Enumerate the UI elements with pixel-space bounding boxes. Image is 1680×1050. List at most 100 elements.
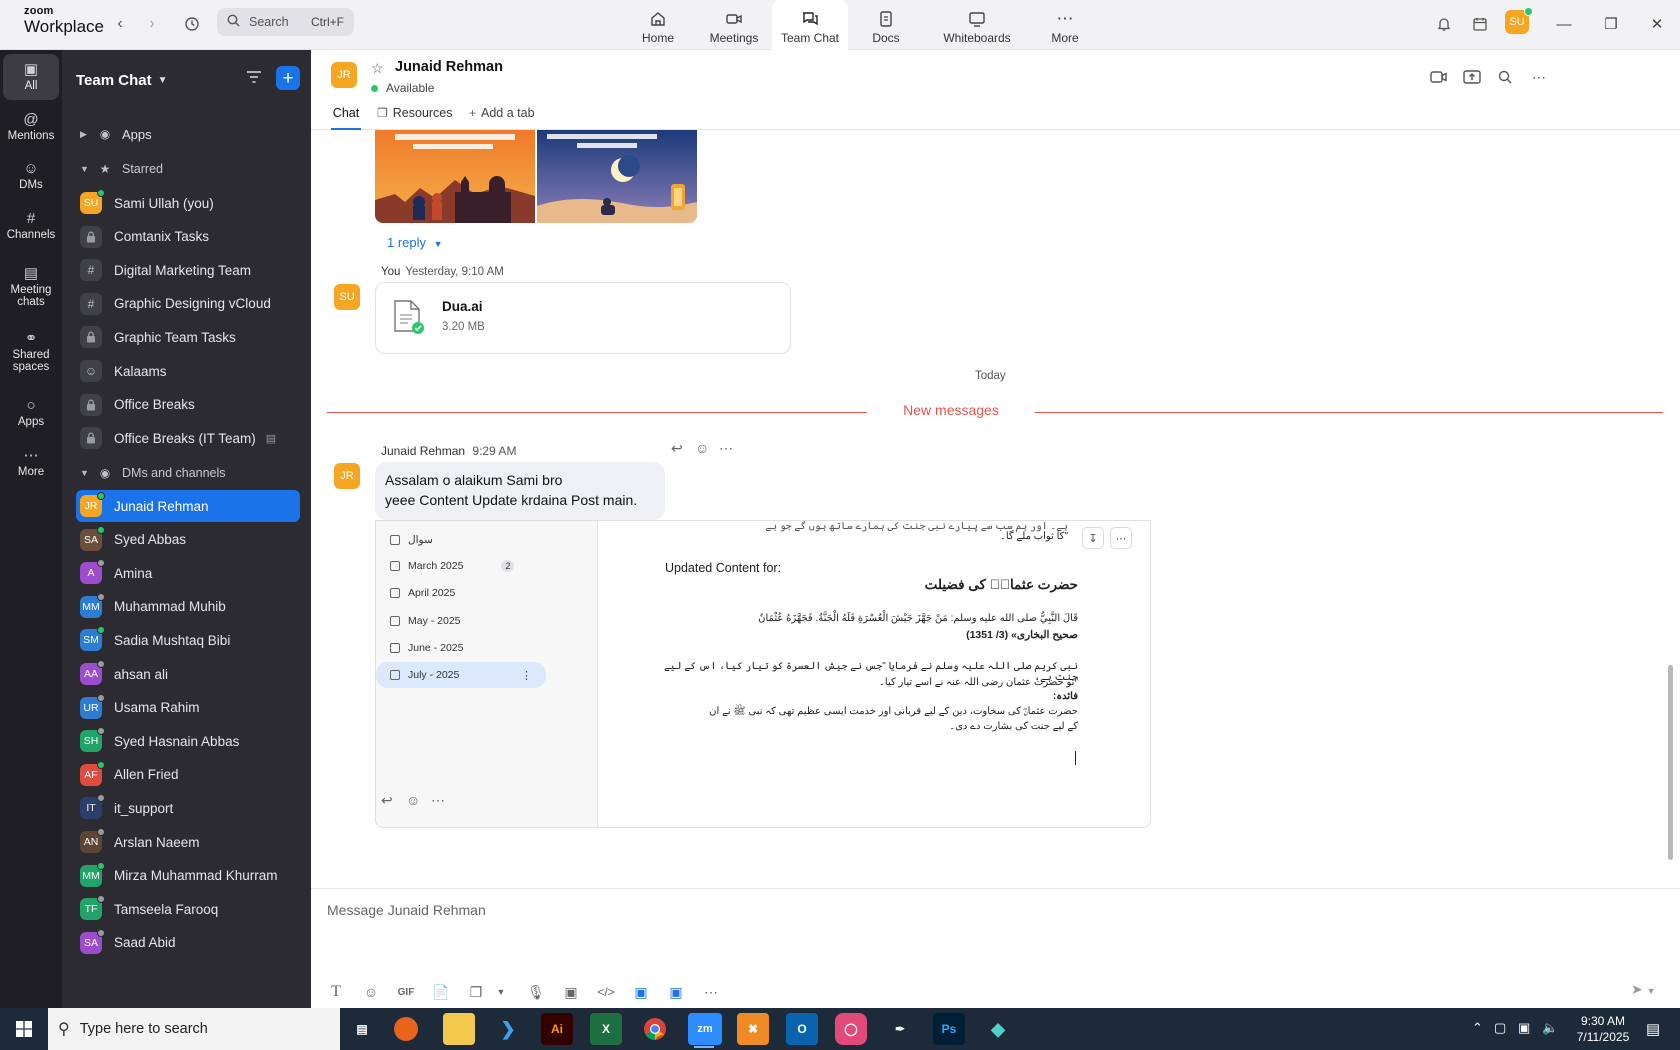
taskbar-clock[interactable]: 9:30 AM 7/11/2025 — [1565, 1013, 1641, 1045]
shared-image-1[interactable] — [375, 130, 535, 223]
chrome-icon[interactable] — [639, 1013, 671, 1045]
maximize-button[interactable]: ❐ — [1596, 12, 1626, 36]
illustrator-icon[interactable]: Ai — [541, 1013, 573, 1045]
app-diamond-icon[interactable]: ◆ — [982, 1013, 1014, 1045]
sidebar-item[interactable]: SU Sami Ullah (you) — [76, 187, 300, 219]
sidebar-section-dms[interactable]: ▼ ◉ DMs and channels — [76, 457, 300, 489]
more-options-icon[interactable]: ⋯ — [700, 981, 722, 1003]
rail-mentions[interactable]: @ Mentions — [3, 104, 59, 150]
tab-chat[interactable]: Chat — [331, 106, 361, 130]
tab-resources[interactable]: ❐ Resources — [377, 106, 453, 130]
xampp-icon[interactable]: ✖ — [737, 1013, 769, 1045]
rail-shared-spaces[interactable]: ⚭ Shared spaces — [3, 324, 59, 380]
task-view-icon[interactable]: ▤ — [346, 1013, 378, 1045]
vscode-icon[interactable]: ❯ — [492, 1013, 524, 1045]
sidebar-item[interactable]: JR Junaid Rehman — [76, 490, 300, 522]
sidebar-item[interactable]: UR Usama Rahim — [76, 692, 300, 724]
new-chat-button[interactable]: + — [276, 66, 300, 90]
mic-icon[interactable]: 🎙 — [525, 981, 547, 1003]
user-avatar[interactable]: SU — [1505, 7, 1533, 34]
network-icon[interactable]: ▣ — [1518, 1020, 1530, 1036]
more-options-icon[interactable]: ⋯ — [431, 792, 445, 809]
message-input[interactable] — [327, 899, 927, 921]
outlook-icon[interactable]: O — [786, 1013, 818, 1045]
text-format-icon[interactable]: T — [325, 981, 347, 1003]
sidebar-item[interactable]: Office Breaks (IT Team) ▤ — [76, 422, 300, 454]
firefox-icon[interactable] — [394, 1017, 418, 1041]
app-icon-2[interactable]: ▣ — [665, 981, 687, 1003]
scrollbar[interactable] — [1668, 665, 1673, 860]
windows-start-icon[interactable] — [0, 1008, 48, 1050]
send-icon[interactable]: ➤ ▼ — [1631, 981, 1656, 998]
notification-icon[interactable]: ▤ — [1646, 1020, 1660, 1038]
sidebar-item[interactable]: # Digital Marketing Team — [76, 254, 300, 286]
tab-meetings[interactable]: Meetings — [696, 0, 772, 50]
sidebar-item[interactable]: AN Arslan Naeem — [76, 826, 300, 858]
calendar-icon[interactable] — [1468, 12, 1492, 36]
sidebar-item[interactable]: SH Syed Hasnain Abbas — [76, 725, 300, 757]
tab-team-chat[interactable]: Team Chat — [772, 0, 848, 50]
chevron-down-icon[interactable]: ▼ — [490, 981, 512, 1003]
emoji-icon[interactable]: ☺ — [695, 440, 709, 456]
sidebar-item[interactable]: AF Allen Fried — [76, 759, 300, 791]
avatar[interactable]: JR — [331, 62, 357, 88]
reply-icon[interactable]: ↩ — [671, 440, 683, 457]
volume-icon[interactable]: 🔈 — [1542, 1020, 1558, 1036]
sidebar-section-starred[interactable]: ▼ ★ Starred — [76, 153, 300, 185]
close-button[interactable]: ✕ — [1642, 12, 1672, 36]
history-icon[interactable] — [180, 12, 204, 36]
page-title[interactable]: Junaid Rehman — [395, 59, 503, 75]
file-attachment[interactable]: Dua.ai 3.20 MB — [375, 282, 791, 354]
tab-more[interactable]: ⋯ More — [1030, 0, 1100, 50]
reply-icon[interactable]: ↩ — [381, 792, 393, 809]
sidebar-item[interactable]: SM Sadia Mushtaq Bibi — [76, 624, 300, 656]
video-message-icon[interactable]: ▣ — [560, 981, 582, 1003]
chevron-up-icon[interactable]: ⌃ — [1472, 1020, 1483, 1036]
search-icon[interactable] — [1493, 66, 1517, 88]
avatar[interactable]: SU — [334, 284, 360, 310]
more-options-icon[interactable]: ⋯ — [719, 440, 733, 457]
rail-all[interactable]: ▣ All — [3, 54, 59, 100]
tab-docs[interactable]: Docs — [848, 0, 924, 50]
download-icon[interactable]: ↧ — [1082, 527, 1104, 549]
code-icon[interactable]: </> — [595, 981, 617, 1003]
minimize-button[interactable]: — — [1549, 12, 1579, 36]
sidebar-item[interactable]: SA Saad Abid — [76, 927, 300, 959]
rail-channels[interactable]: # Channels — [3, 203, 59, 249]
rail-more[interactable]: ⋯ More — [3, 440, 59, 486]
bell-icon[interactable] — [1432, 12, 1456, 36]
rail-dms[interactable]: ☺ DMs — [3, 153, 59, 199]
tab-whiteboards[interactable]: Whiteboards — [930, 0, 1024, 50]
gif-icon[interactable]: GIF — [395, 981, 417, 1003]
sidebar-item[interactable]: Office Breaks — [76, 389, 300, 421]
rail-apps[interactable]: ○ Apps — [3, 390, 59, 436]
sidebar-item[interactable]: # Graphic Designing vCloud — [76, 288, 300, 320]
sender-name[interactable]: You — [381, 266, 400, 278]
sidebar-item[interactable]: A Amina — [76, 557, 300, 589]
sidebar-item[interactable]: ☺ Kalaams — [76, 355, 300, 387]
app-icon-1[interactable]: ▣ — [630, 981, 652, 1003]
sidebar-item[interactable]: IT it_support — [76, 792, 300, 824]
shared-image-2[interactable] — [537, 130, 697, 223]
share-screen-icon[interactable] — [1460, 66, 1484, 88]
zoom-icon[interactable]: zm — [688, 1013, 722, 1048]
display-icon[interactable]: ▢ — [1494, 1020, 1506, 1036]
message-bubble[interactable]: Assalam o alaikum Sami bro yeee Content … — [375, 462, 665, 520]
sidebar-item[interactable]: AA ahsan ali — [76, 658, 300, 690]
sidebar-item[interactable]: SA Syed Abbas — [76, 524, 300, 556]
sidebar-item[interactable]: MM Mirza Muhammad Khurram — [76, 860, 300, 892]
star-icon[interactable]: ☆ — [371, 60, 384, 77]
creative-cloud-icon[interactable]: ◯ — [835, 1013, 867, 1045]
taskbar-search-input[interactable] — [79, 1021, 270, 1037]
forward-arrow-icon[interactable]: › — [140, 12, 164, 36]
excel-icon[interactable]: X — [590, 1013, 622, 1045]
taskbar-search[interactable]: ⚲ — [48, 1008, 340, 1050]
screenshot-icon[interactable]: ❐ — [465, 981, 487, 1003]
reply-link[interactable]: 1 reply ▼ — [387, 235, 443, 250]
more-options-icon[interactable]: ⋯ — [1110, 527, 1132, 549]
sidebar-title[interactable]: Team Chat — [76, 72, 152, 89]
sidebar-item[interactable]: MM Muhammad Muhib — [76, 591, 300, 623]
photoshop-icon[interactable]: Ps — [933, 1013, 965, 1045]
more-options-icon[interactable]: ⋯ — [1527, 66, 1551, 88]
sidebar-item[interactable]: Comtanix Tasks — [76, 221, 300, 253]
